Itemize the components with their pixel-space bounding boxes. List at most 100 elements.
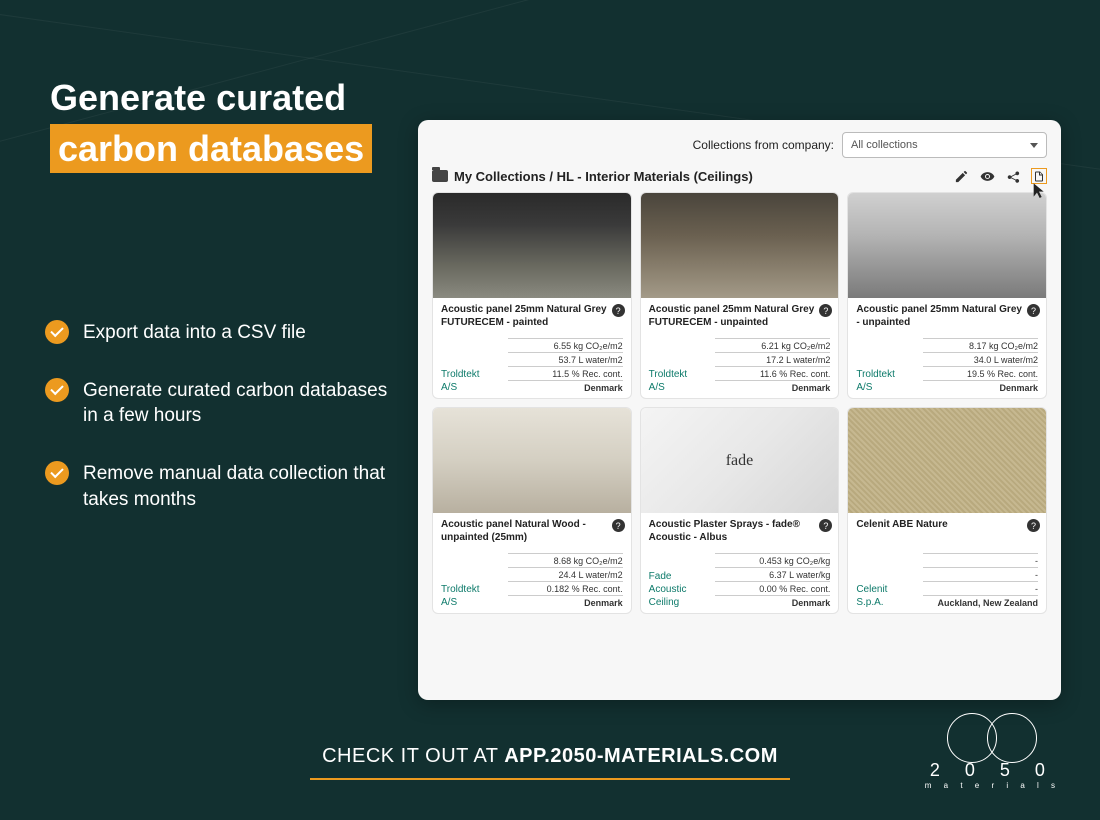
- metric-water: 17.2 L water/m2: [715, 352, 830, 366]
- bullet-item: Remove manual data collection that takes…: [45, 461, 395, 512]
- bullet-item: Export data into a CSV file: [45, 320, 395, 346]
- card-thumbnail: [433, 408, 631, 513]
- card-thumbnail: [433, 193, 631, 298]
- metric-co2: 8.17 kg CO₂e/m2: [923, 338, 1038, 352]
- card-body: ? Acoustic panel 25mm Natural Grey FUTUR…: [641, 298, 839, 398]
- metric-location: Denmark: [508, 380, 623, 394]
- card-thumbnail: [641, 193, 839, 298]
- metrics: 8.17 kg CO₂e/m2 34.0 L water/m2 19.5 % R…: [923, 338, 1038, 394]
- metric-water: 6.37 L water/kg: [715, 567, 830, 581]
- edit-icon[interactable]: [953, 168, 969, 184]
- breadcrumb-text: My Collections / HL - Interior Materials…: [454, 169, 753, 184]
- card-body: ? Acoustic panel Natural Wood - unpainte…: [433, 513, 631, 613]
- card-title: Acoustic panel 25mm Natural Grey - unpai…: [856, 304, 1038, 330]
- metric-location: Denmark: [715, 595, 830, 609]
- metric-location: Denmark: [508, 595, 623, 609]
- select-value: All collections: [851, 139, 918, 151]
- metric-recycled: 11.6 % Rec. cont.: [715, 366, 830, 380]
- folder-open-icon: [432, 170, 448, 182]
- info-icon[interactable]: ?: [612, 304, 625, 317]
- bullet-list: Export data into a CSV file Generate cur…: [45, 320, 395, 544]
- metric-location: Denmark: [923, 380, 1038, 394]
- eye-icon[interactable]: [979, 168, 995, 184]
- breadcrumb[interactable]: My Collections / HL - Interior Materials…: [432, 169, 753, 184]
- footer-link[interactable]: APP.2050-MATERIALS.COM: [504, 745, 778, 767]
- metric-water: 34.0 L water/m2: [923, 352, 1038, 366]
- metric-recycled: 11.5 % Rec. cont.: [508, 366, 623, 380]
- footer-underline: [310, 778, 790, 780]
- material-card[interactable]: ? Acoustic panel Natural Wood - unpainte…: [432, 407, 632, 614]
- info-icon[interactable]: ?: [612, 519, 625, 532]
- manufacturer[interactable]: TroldtektA/S: [441, 583, 480, 609]
- card-bottom: TroldtektA/S 8.17 kg CO₂e/m2 34.0 L wate…: [856, 330, 1038, 394]
- app-filter-bar: Collections from company: All collection…: [432, 132, 1047, 158]
- metrics: 8.68 kg CO₂e/m2 24.4 L water/m2 0.182 % …: [508, 553, 623, 609]
- card-bottom: TroldtektA/S 8.68 kg CO₂e/m2 24.4 L wate…: [441, 545, 623, 609]
- cursor-icon: [1031, 182, 1047, 201]
- headline-line1: Generate curated: [50, 75, 372, 120]
- material-card[interactable]: ? Acoustic Plaster Sprays - fade® Acoust…: [640, 407, 840, 614]
- manufacturer[interactable]: TroldtektA/S: [649, 368, 688, 394]
- card-thumbnail: [848, 193, 1046, 298]
- card-bottom: TroldtektA/S 6.55 kg CO₂e/m2 53.7 L wate…: [441, 330, 623, 394]
- card-bottom: CelenitS.p.A. - - - Auckland, New Zealan…: [856, 545, 1038, 609]
- manufacturer[interactable]: TroldtektA/S: [441, 368, 480, 394]
- card-title: Acoustic panel 25mm Natural Grey FUTUREC…: [649, 304, 831, 330]
- card-title: Acoustic panel 25mm Natural Grey FUTUREC…: [441, 304, 623, 330]
- logo-circles-icon: [947, 713, 1037, 768]
- footer-text: CHECK IT OUT AT APP.2050-MATERIALS.COM: [322, 745, 778, 767]
- metric-co2: 6.55 kg CO₂e/m2: [508, 338, 623, 352]
- card-body: ? Acoustic Plaster Sprays - fade® Acoust…: [641, 513, 839, 613]
- metric-water: 24.4 L water/m2: [508, 567, 623, 581]
- card-bottom: TroldtektA/S 6.21 kg CO₂e/m2 17.2 L wate…: [649, 330, 831, 394]
- manufacturer[interactable]: TroldtektA/S: [856, 368, 895, 394]
- metric-water: 53.7 L water/m2: [508, 352, 623, 366]
- bullet-item: Generate curated carbon databases in a f…: [45, 378, 395, 429]
- card-body: ? Celenit ABE Nature CelenitS.p.A. - - -…: [848, 513, 1046, 613]
- manufacturer[interactable]: FadeAcousticCeiling: [649, 570, 687, 609]
- card-thumbnail: [848, 408, 1046, 513]
- check-icon: [45, 461, 69, 485]
- check-icon: [45, 378, 69, 402]
- card-title: Acoustic panel Natural Wood - unpainted …: [441, 519, 623, 545]
- breadcrumb-row: My Collections / HL - Interior Materials…: [432, 168, 1047, 184]
- metric-co2: 0.453 kg CO₂e/kg: [715, 553, 830, 567]
- bullet-text: Generate curated carbon databases in a f…: [83, 378, 395, 429]
- info-icon[interactable]: ?: [819, 519, 832, 532]
- card-title: Celenit ABE Nature: [856, 519, 1038, 545]
- metrics: 0.453 kg CO₂e/kg 6.37 L water/kg 0.00 % …: [715, 553, 830, 609]
- headline-line2: carbon databases: [50, 124, 372, 173]
- material-card[interactable]: ? Acoustic panel 25mm Natural Grey FUTUR…: [432, 192, 632, 399]
- metric-location: Denmark: [715, 380, 830, 394]
- metric-recycled: 19.5 % Rec. cont.: [923, 366, 1038, 380]
- manufacturer[interactable]: CelenitS.p.A.: [856, 583, 887, 609]
- material-card[interactable]: ? Acoustic panel 25mm Natural Grey - unp…: [847, 192, 1047, 399]
- card-bottom: FadeAcousticCeiling 0.453 kg CO₂e/kg 6.3…: [649, 545, 831, 609]
- metric-water: -: [923, 567, 1038, 581]
- logo-sub: m a t e r i a l s: [925, 781, 1060, 790]
- metric-location: Auckland, New Zealand: [923, 595, 1038, 609]
- metrics: 6.21 kg CO₂e/m2 17.2 L water/m2 11.6 % R…: [715, 338, 830, 394]
- card-title: Acoustic Plaster Sprays - fade® Acoustic…: [649, 519, 831, 545]
- material-card[interactable]: ? Celenit ABE Nature CelenitS.p.A. - - -…: [847, 407, 1047, 614]
- brand-logo: 2 0 5 0 m a t e r i a l s: [925, 713, 1060, 790]
- headline: Generate curated carbon databases: [50, 75, 372, 173]
- cards-grid: ? Acoustic panel 25mm Natural Grey FUTUR…: [432, 192, 1047, 614]
- share-icon[interactable]: [1005, 168, 1021, 184]
- collections-select[interactable]: All collections: [842, 132, 1047, 158]
- footer-prefix: CHECK IT OUT AT: [322, 745, 504, 767]
- bullet-text: Remove manual data collection that takes…: [83, 461, 395, 512]
- info-icon[interactable]: ?: [819, 304, 832, 317]
- metric-co2: 6.21 kg CO₂e/m2: [715, 338, 830, 352]
- metric-co2: -: [923, 553, 1038, 567]
- metric-recycled: 0.182 % Rec. cont.: [508, 581, 623, 595]
- card-body: ? Acoustic panel 25mm Natural Grey - unp…: [848, 298, 1046, 398]
- material-card[interactable]: ? Acoustic panel 25mm Natural Grey FUTUR…: [640, 192, 840, 399]
- info-icon[interactable]: ?: [1027, 519, 1040, 532]
- metrics: 6.55 kg CO₂e/m2 53.7 L water/m2 11.5 % R…: [508, 338, 623, 394]
- app-panel: Collections from company: All collection…: [418, 120, 1061, 700]
- card-thumbnail: [641, 408, 839, 513]
- metrics: - - - Auckland, New Zealand: [923, 553, 1038, 609]
- bullet-text: Export data into a CSV file: [83, 320, 306, 346]
- info-icon[interactable]: ?: [1027, 304, 1040, 317]
